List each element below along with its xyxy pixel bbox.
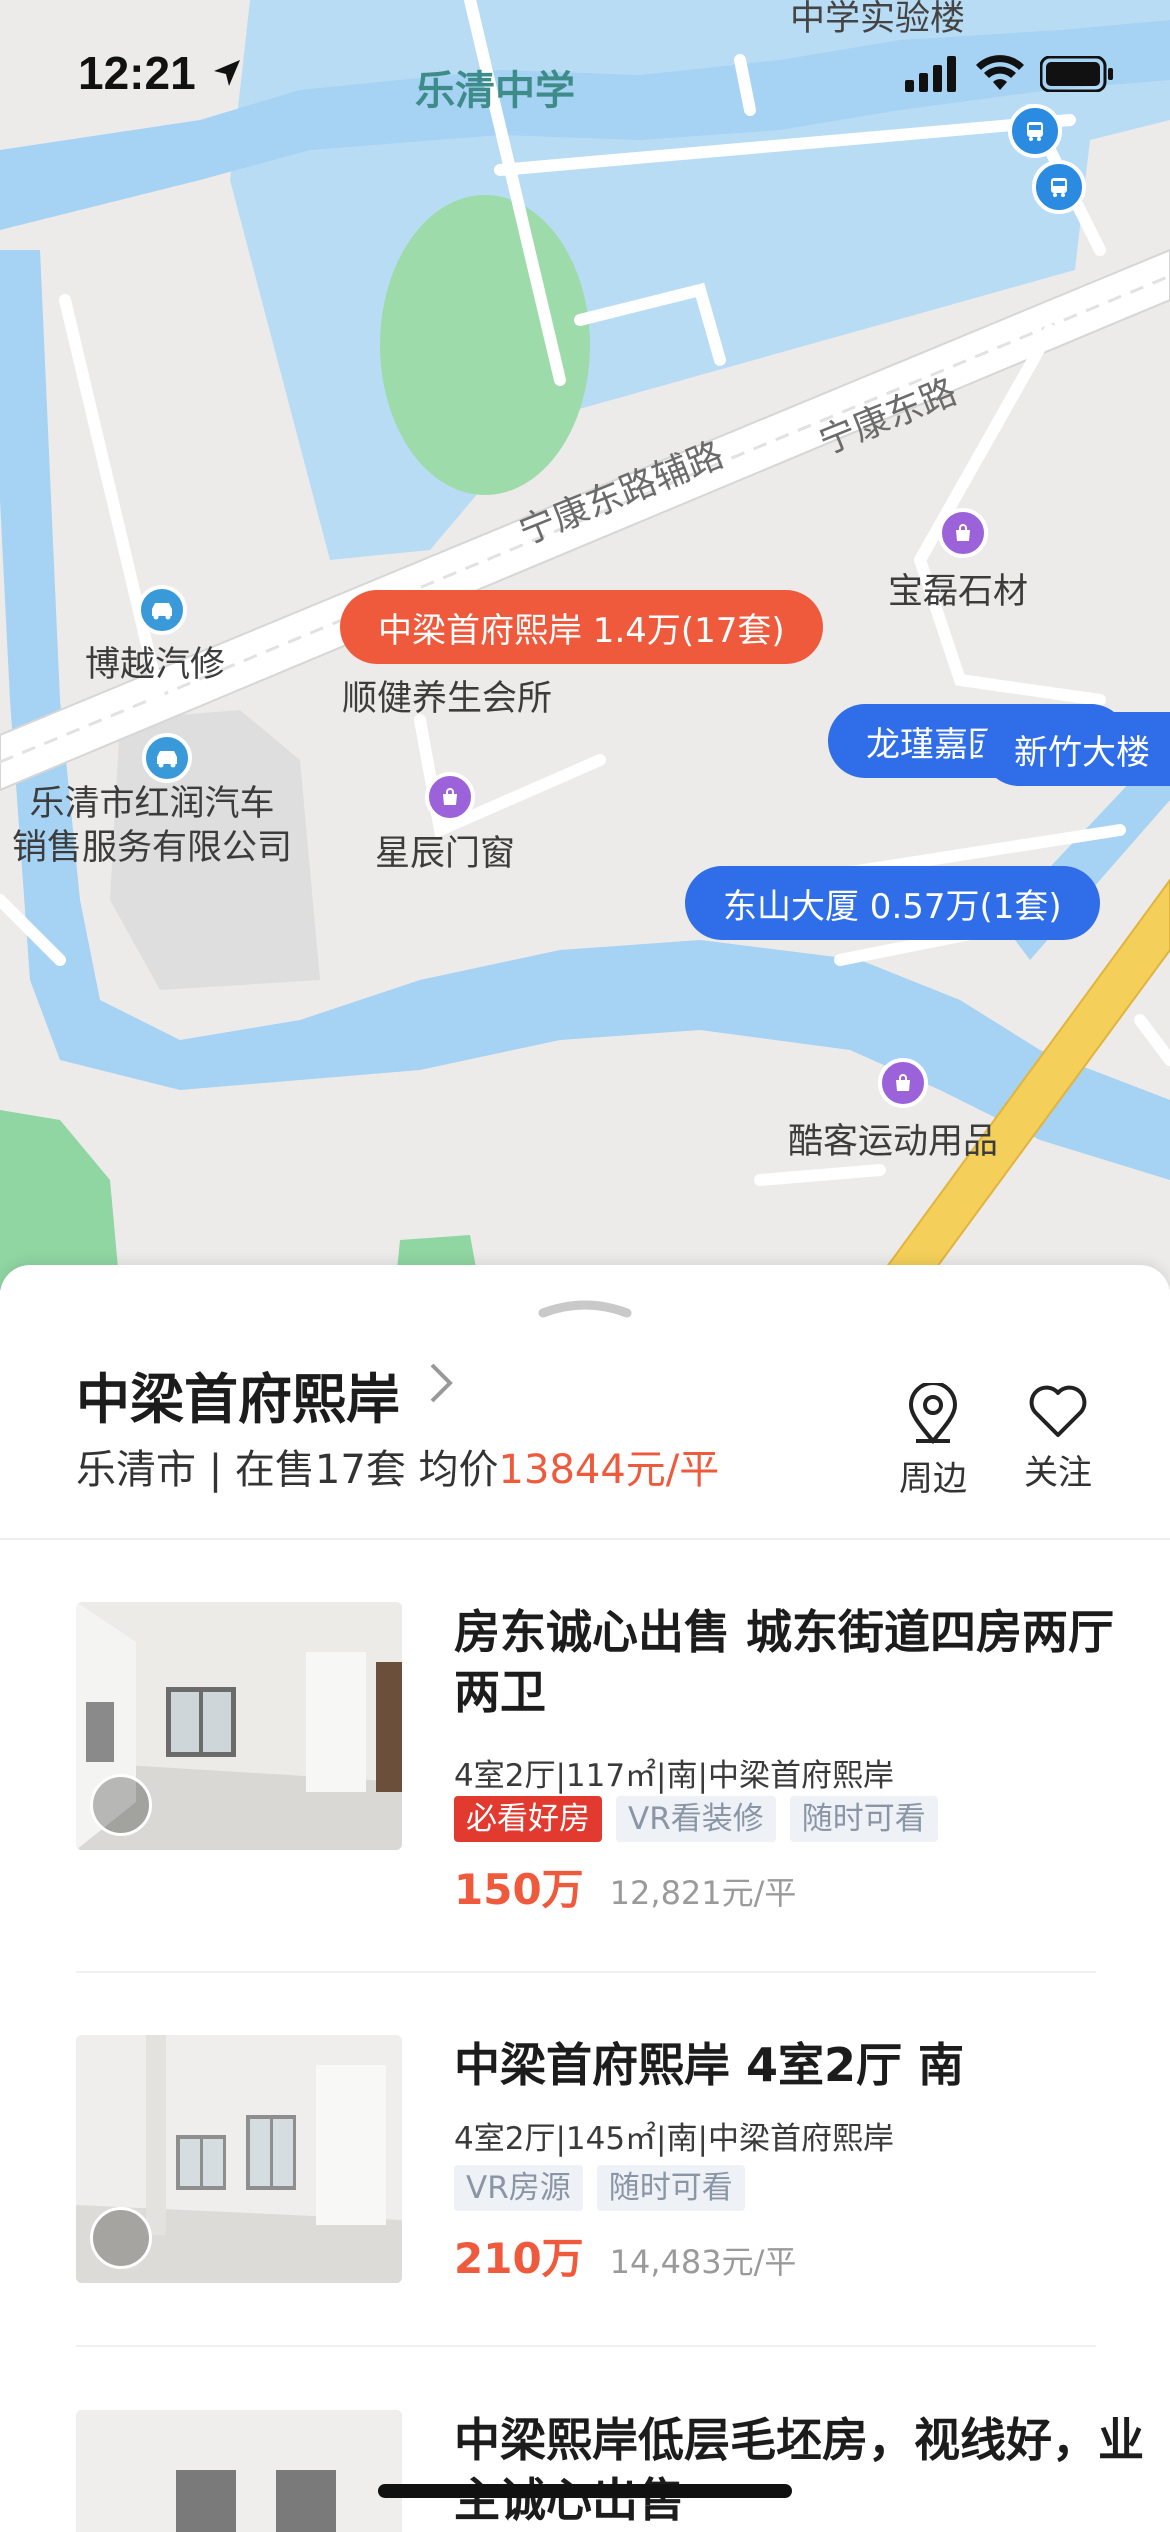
shop-icon[interactable]	[425, 772, 475, 822]
bottom-sheet[interactable]: 中梁首府熙岸 乐清市 | 在售17套 均价13844元/平 周边 关注 房东诚心…	[0, 1265, 1170, 2532]
battery-icon	[1040, 56, 1113, 92]
status-time: 12:21	[78, 47, 196, 99]
tag-row: 必看好房 VR看装修 随时可看	[454, 1796, 938, 1842]
pin-label: 新竹大楼	[1014, 732, 1150, 773]
listing-card[interactable]: 中梁熙岸低层毛坯房，视线好，业主诚心出售	[76, 2410, 1144, 2532]
vr-icon[interactable]	[90, 2207, 152, 2269]
tag: VR房源	[454, 2165, 583, 2211]
tag-row: VR房源 随时可看	[454, 2165, 745, 2211]
price-row: 150万 12,821元/平	[454, 1856, 796, 1917]
map-pin[interactable]: 东山大厦 0.57万(1套)	[685, 866, 1100, 940]
heart-icon	[1029, 1385, 1087, 1437]
divider	[76, 2345, 1096, 2347]
signal-icon	[905, 56, 956, 92]
map-pin[interactable]: 新竹大楼	[982, 712, 1170, 786]
car-icon[interactable]	[137, 585, 187, 635]
wifi-icon	[976, 55, 1024, 90]
divider	[0, 1538, 1170, 1540]
separator: |	[208, 1447, 223, 1493]
poi-label: 顺健养生会所	[342, 679, 553, 719]
poi-label: 酷客运动用品	[788, 1122, 999, 1162]
status-bar: 12:21	[0, 0, 1170, 140]
listing-photo[interactable]	[76, 1602, 402, 1850]
listing-title[interactable]: 中梁熙岸低层毛坯房，视线好，业主诚心出售	[454, 2410, 1154, 2530]
on-sale-count: 在售17套	[234, 1447, 406, 1493]
price-row: 210万 14,483元/平	[454, 2225, 796, 2286]
project-title[interactable]: 中梁首府熙岸	[76, 1355, 400, 1434]
poi-label: 宝磊石材	[888, 572, 1029, 612]
follow-label: 关注	[1024, 1453, 1092, 1493]
poi-label: 博越汽修	[85, 645, 226, 685]
pin-label: 东山大厦 0.57万(1套)	[723, 886, 1062, 927]
project-summary: 乐清市 | 在售17套 均价13844元/平	[76, 1437, 719, 1495]
bus-stop-icon[interactable]	[1032, 160, 1086, 214]
vr-icon[interactable]	[90, 1774, 152, 1836]
listing-title[interactable]: 房东诚心出售 城东街道四房两厅两卫	[454, 1602, 1154, 1722]
map-view[interactable]: 乐清中学 中学实验楼 宁康东路辅路 宁康东路 博越汽修 顺健养生会所 乐清市红润…	[0, 0, 1170, 1290]
project-city: 乐清市	[76, 1447, 196, 1493]
chevron-right-icon[interactable]	[428, 1361, 454, 1405]
map-pin-selected[interactable]: 中梁首府熙岸 1.4万(17套)	[340, 590, 823, 664]
listing-title[interactable]: 中梁首府熙岸 4室2厅 南	[454, 2035, 1154, 2095]
poi-label: 乐清市红润汽车 销售服务有限公司	[12, 784, 293, 868]
home-indicator[interactable]	[378, 2484, 792, 2498]
unit-price: 12,821元/平	[609, 1874, 797, 1912]
location-arrow-icon	[214, 60, 240, 86]
shop-icon[interactable]	[878, 1058, 928, 1108]
nearby-label: 周边	[899, 1459, 967, 1499]
location-pin-icon	[908, 1383, 958, 1445]
listing-spec: 4室2厅|145㎡|南|中梁首府熙岸	[454, 2121, 894, 2157]
pin-label: 龙瑾嘉园	[866, 724, 1002, 765]
tag: 必看好房	[454, 1796, 602, 1842]
pin-label: 中梁首府熙岸 1.4万(17套)	[378, 610, 785, 651]
listing-card[interactable]: 中梁首府熙岸 4室2厅 南 4室2厅|145㎡|南|中梁首府熙岸 VR房源 随时…	[76, 2035, 1096, 2335]
nearby-button[interactable]: 周边	[883, 1383, 983, 1500]
drag-handle[interactable]	[537, 1293, 633, 1319]
poi-label: 星辰门窗	[375, 834, 516, 874]
listing-photo[interactable]	[76, 2410, 402, 2532]
avg-price: 13844元/平	[498, 1447, 720, 1493]
listing-card[interactable]: 房东诚心出售 城东街道四房两厅两卫 4室2厅|117㎡|南|中梁首府熙岸 必看好…	[76, 1602, 1114, 1914]
listing-photo[interactable]	[76, 2035, 402, 2283]
divider	[76, 1971, 1096, 1973]
follow-button[interactable]: 关注	[1008, 1383, 1108, 1494]
car-icon[interactable]	[142, 733, 192, 783]
listing-spec: 4室2厅|117㎡|南|中梁首府熙岸	[454, 1758, 894, 1794]
tag: VR看装修	[616, 1796, 776, 1842]
tag: 随时可看	[596, 2165, 745, 2211]
avg-price-label: 均价	[418, 1447, 499, 1493]
shop-icon[interactable]	[938, 508, 988, 558]
unit-price: 14,483元/平	[609, 2243, 797, 2281]
total-price: 150万	[454, 1865, 584, 1914]
tag: 随时可看	[789, 1796, 938, 1842]
total-price: 210万	[454, 2234, 584, 2283]
